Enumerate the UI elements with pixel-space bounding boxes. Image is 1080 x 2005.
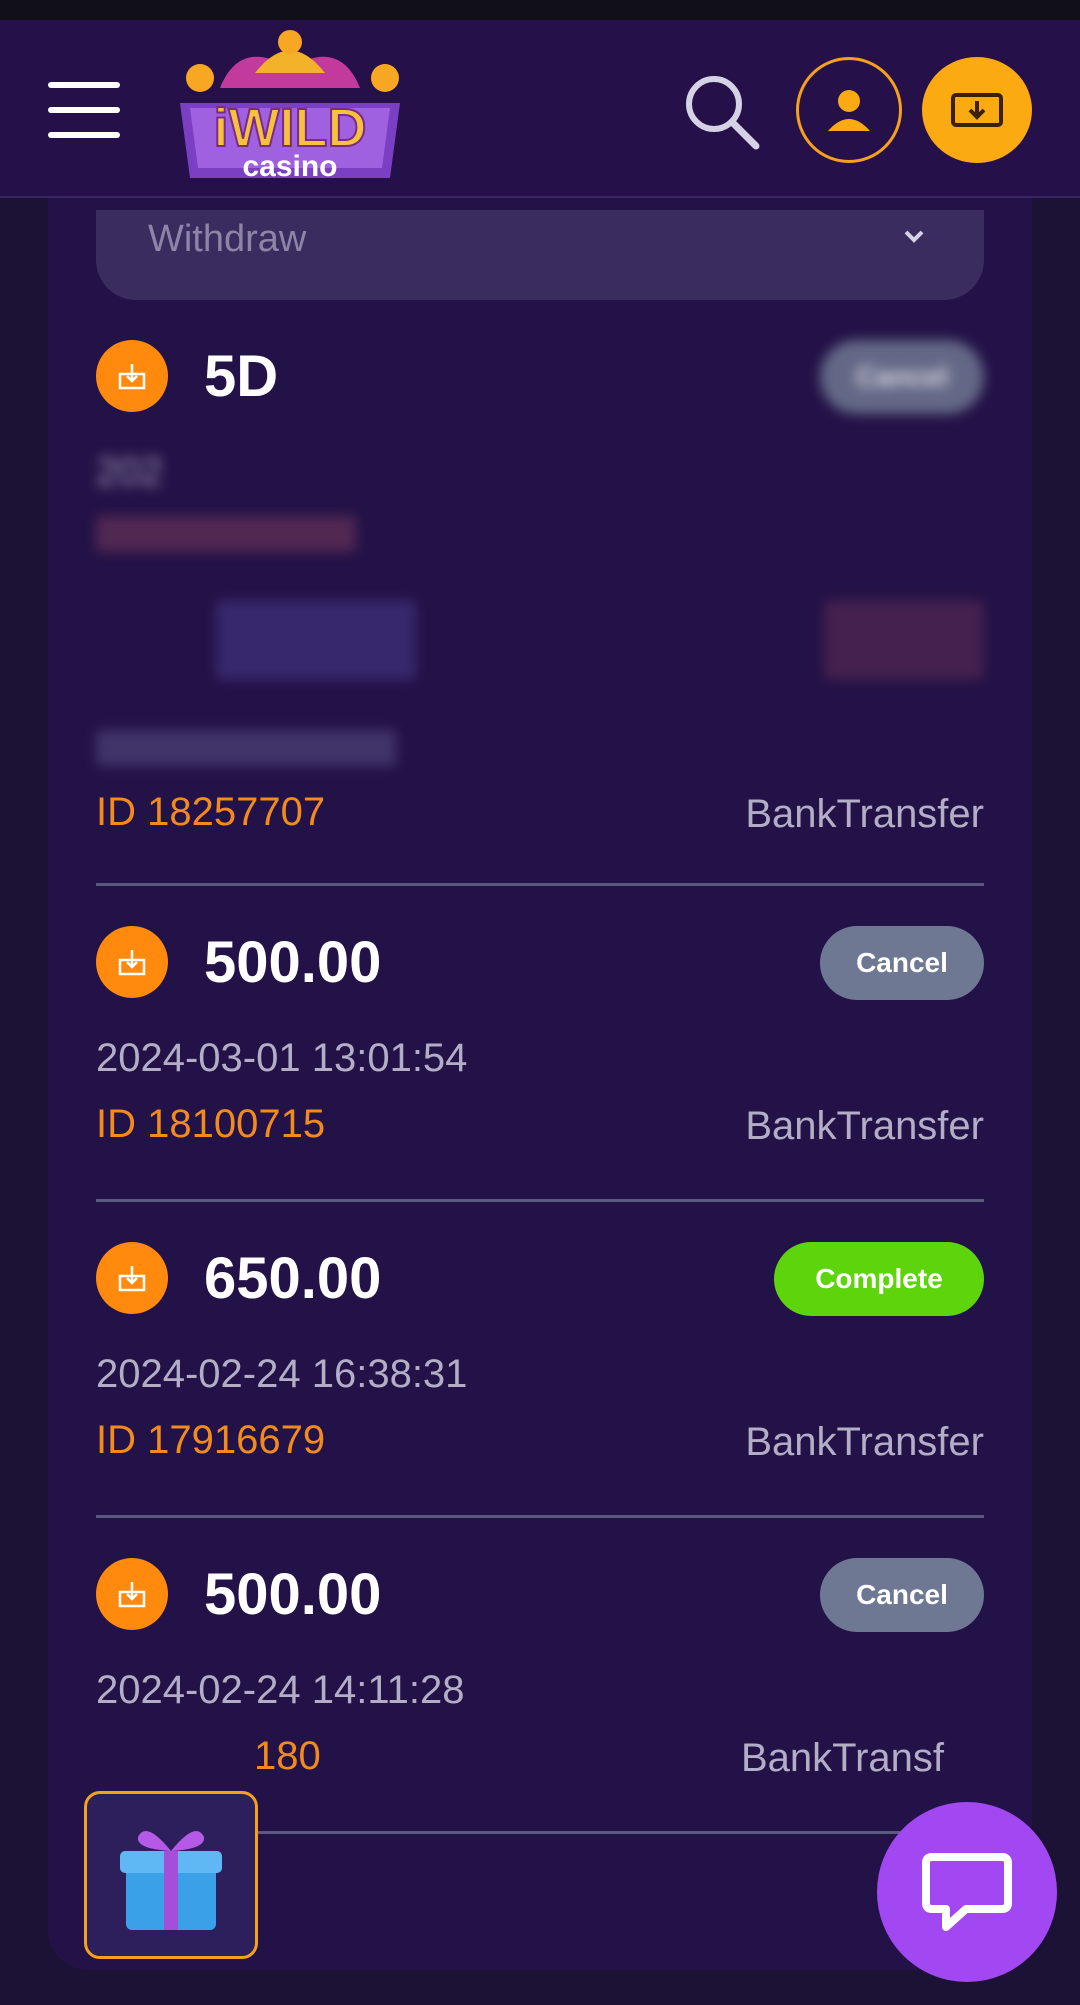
transaction-method: BankTransf [740,1736,944,1780]
transaction-method: BankTransfer [745,1104,984,1148]
hamburger-menu-icon[interactable] [48,82,120,138]
gift-button[interactable] [84,1791,258,1959]
obscured-date [96,730,396,766]
logo-sub-text: casino [242,150,337,183]
transactions-panel: Withdraw 5D Cancel 202 ID 18257707 BankT… [48,150,1032,1970]
transaction-row[interactable]: 650.00 Complete 2024-02-24 16:38:31 ID 1… [96,1202,984,1518]
status-bar [0,0,1080,20]
obscured-block [824,600,984,680]
transaction-id: ID 17916679 [96,1418,326,1462]
search-icon[interactable] [682,72,762,152]
cash-deposit-icon [951,93,1003,127]
logo-brand-text: iWILD [214,98,367,158]
cancel-button[interactable]: Cancel [820,340,984,414]
transaction-method: BankTransfer [745,792,984,836]
app-header: iWILD casino [0,20,1080,198]
transaction-row[interactable]: 500.00 Cancel 2024-02-24 14:11:28 180 Ba… [96,1518,984,1834]
status-badge: Complete [774,1242,984,1316]
transaction-amount: 500.00 [204,930,382,995]
transaction-amount: 500.00 [204,1562,382,1627]
transaction-id: ID 18257707 [96,790,326,834]
transaction-amount: 650.00 [204,1246,382,1311]
withdraw-icon [96,926,168,998]
chat-bubble-icon [922,1853,1012,1931]
gift-icon [120,1830,222,1930]
transaction-date: 2024-02-24 16:38:31 [96,1352,468,1396]
bottom-bar [0,1970,1080,2005]
live-chat-button[interactable] [877,1802,1057,1982]
transaction-row[interactable]: 5D Cancel 202 ID 18257707 BankTransfer [96,300,984,886]
cancel-button[interactable]: Cancel [820,926,984,1000]
chevron-down-icon [904,230,924,243]
deposit-button[interactable] [922,57,1032,163]
transaction-id: ID 18100715 [96,1102,326,1146]
transaction-row[interactable]: 500.00 Cancel 2024-03-01 13:01:54 ID 181… [96,886,984,1202]
transaction-type-select[interactable]: Withdraw [96,210,984,300]
obscured-block [216,600,416,680]
transaction-method: BankTransfer [745,1420,984,1464]
brand-logo[interactable]: iWILD casino [160,28,420,188]
transaction-date: 2024-02-24 14:11:28 [96,1668,465,1712]
transaction-date: 202 [96,450,163,494]
transaction-date: 2024-03-01 13:01:54 [96,1036,468,1080]
user-icon [828,90,870,131]
obscured-id [96,516,356,552]
withdraw-icon [96,340,168,412]
logo-graphic: iWILD casino [180,30,400,183]
profile-button[interactable] [796,57,902,163]
transaction-amount: 5D [204,344,279,409]
withdraw-icon [96,1242,168,1314]
cancel-button[interactable]: Cancel [820,1558,984,1632]
withdraw-icon [96,1558,168,1630]
transaction-id: 180 [254,1734,321,1778]
transaction-type-value: Withdraw [148,218,307,260]
